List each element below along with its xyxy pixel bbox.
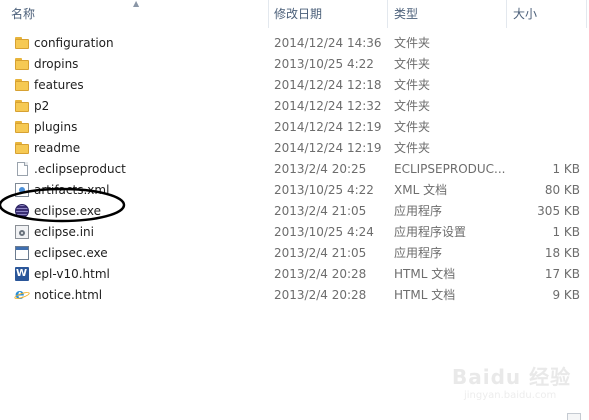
word-html-icon: W xyxy=(15,267,29,281)
folder-icon xyxy=(15,36,29,50)
file-row[interactable]: p2 2014/12/24 12:32 文件夹 xyxy=(0,96,589,117)
file-date: 2013/10/25 4:22 xyxy=(274,183,374,197)
file-date: 2013/2/4 20:28 xyxy=(274,267,367,281)
file-date: 2014/12/24 12:19 xyxy=(274,120,382,134)
file-date: 2013/2/4 20:25 xyxy=(274,162,367,176)
file-row[interactable]: e notice.html 2013/2/4 20:28 HTML 文档 9 KB xyxy=(0,285,589,306)
file-size: 1 KB xyxy=(552,162,580,176)
file-type: 应用程序 xyxy=(394,204,443,218)
folder-icon xyxy=(15,57,29,71)
column-divider[interactable] xyxy=(506,0,507,28)
file-date: 2013/10/25 4:24 xyxy=(274,225,374,239)
file-type: 文件夹 xyxy=(394,120,431,134)
file-size: 1 KB xyxy=(552,225,580,239)
file-type: 文件夹 xyxy=(394,36,431,50)
file-size: 18 KB xyxy=(544,246,580,260)
file-size: 305 KB xyxy=(537,204,580,218)
file-row[interactable]: dropins 2013/10/25 4:22 文件夹 xyxy=(0,54,589,75)
file-type: 应用程序设置 xyxy=(394,225,467,239)
column-divider[interactable] xyxy=(268,0,269,28)
resize-grip[interactable] xyxy=(567,413,581,420)
file-size: 17 KB xyxy=(544,267,580,281)
file-date: 2013/2/4 20:28 xyxy=(274,288,367,302)
file-name: eclipse.ini xyxy=(34,225,94,239)
file-type: HTML 文档 xyxy=(394,267,456,281)
file-name: epl-v10.html xyxy=(34,267,110,281)
file-row[interactable]: .eclipseproduct 2013/2/4 20:25 ECLIPSEPROD… xyxy=(0,159,589,180)
file-name: features xyxy=(34,78,84,92)
file-size: 9 KB xyxy=(552,288,580,302)
file-date: 2014/12/24 12:19 xyxy=(274,141,382,155)
column-size[interactable]: 大小 xyxy=(513,0,537,26)
column-header: 名称 ▲ 修改日期 类型 大小 xyxy=(0,0,589,28)
file-type: HTML 文档 xyxy=(394,288,456,302)
file-name: eclipsec.exe xyxy=(34,246,108,260)
file-name: dropins xyxy=(34,57,79,71)
file-row[interactable]: readme 2014/12/24 12:19 文件夹 xyxy=(0,138,589,159)
file-type: 应用程序 xyxy=(394,246,443,260)
file-date: 2014/12/24 12:18 xyxy=(274,78,382,92)
file-row[interactable]: eclipse.ini 2013/10/25 4:24 应用程序设置 1 KB xyxy=(0,222,589,243)
application-icon xyxy=(15,246,29,260)
folder-icon xyxy=(15,141,29,155)
file-date: 2013/2/4 21:05 xyxy=(274,204,367,218)
ie-html-icon: e xyxy=(13,286,31,302)
file-date: 2013/2/4 21:05 xyxy=(274,246,367,260)
file-name: configuration xyxy=(34,36,114,50)
file-date: 2014/12/24 14:36 xyxy=(274,36,382,50)
folder-icon xyxy=(15,120,29,134)
folder-icon xyxy=(15,99,29,113)
file-type: 文件夹 xyxy=(394,141,431,155)
column-divider[interactable] xyxy=(586,0,587,28)
file-size: 80 KB xyxy=(544,183,580,197)
file-row[interactable]: Wepl-v10.html 2013/2/4 20:28 HTML 文档 17 KB xyxy=(0,264,589,285)
folder-icon xyxy=(15,78,29,92)
annotation-circle xyxy=(0,187,126,223)
file-row[interactable]: features 2014/12/24 12:18 文件夹 xyxy=(0,75,589,96)
watermark-url: jingyan.baidu.com xyxy=(464,390,557,401)
file-type: ECLIPSEPRODUC... xyxy=(394,162,506,176)
column-type[interactable]: 类型 xyxy=(394,0,418,26)
sort-ascending-icon: ▲ xyxy=(133,0,140,8)
file-name: .eclipseproduct xyxy=(34,162,126,176)
file-name: notice.html xyxy=(34,288,103,302)
file-type: 文件夹 xyxy=(394,99,431,113)
baidu-watermark: Baidu 经验 xyxy=(452,365,572,389)
file-type: 文件夹 xyxy=(394,57,431,71)
file-type: 文件夹 xyxy=(394,78,431,92)
file-type: XML 文档 xyxy=(394,183,448,197)
column-date[interactable]: 修改日期 xyxy=(274,0,322,26)
column-name[interactable]: 名称 xyxy=(11,0,35,26)
file-icon xyxy=(17,162,28,176)
file-name: readme xyxy=(34,141,81,155)
settings-file-icon xyxy=(15,225,29,239)
file-row[interactable]: configuration 2014/12/24 14:36 文件夹 xyxy=(0,33,589,54)
file-date: 2014/12/24 12:32 xyxy=(274,99,382,113)
file-name: plugins xyxy=(34,120,78,134)
file-row[interactable]: eclipsec.exe 2013/2/4 21:05 应用程序 18 KB xyxy=(0,243,589,264)
file-row[interactable]: plugins 2014/12/24 12:19 文件夹 xyxy=(0,117,589,138)
column-divider[interactable] xyxy=(387,0,388,28)
file-name: p2 xyxy=(34,99,50,113)
file-date: 2013/10/25 4:22 xyxy=(274,57,374,71)
